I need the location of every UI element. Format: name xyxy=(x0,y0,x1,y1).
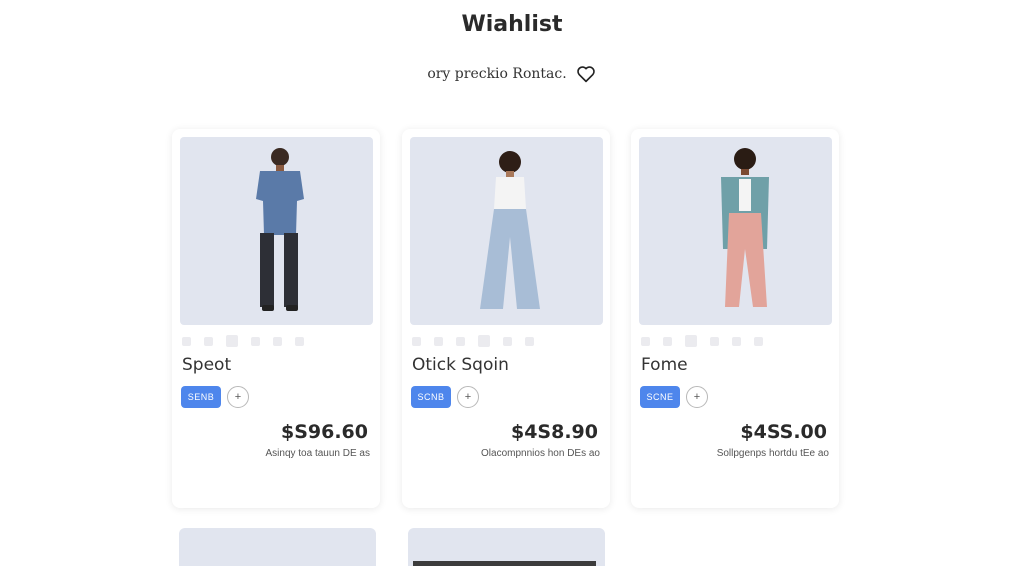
thumbnail[interactable] xyxy=(251,336,260,346)
thumbnail[interactable] xyxy=(710,336,719,346)
thumbnail[interactable] xyxy=(434,336,443,346)
thumbnail[interactable] xyxy=(663,336,672,346)
add-button[interactable]: + xyxy=(457,386,479,408)
thumbnail[interactable] xyxy=(732,336,741,346)
size-tag-button[interactable]: SENB xyxy=(181,386,221,408)
thumbnail-strip xyxy=(182,335,304,347)
page-title: Wiahlist xyxy=(461,12,563,37)
product-note: Sollpgenps hortdu tEe ao xyxy=(716,448,829,459)
add-button[interactable]: + xyxy=(686,386,708,408)
wishlist-card[interactable]: Fome SCNE + $4SS.00 Sollpgenps hortdu tE… xyxy=(631,129,839,508)
thumbnail[interactable] xyxy=(525,336,534,346)
thumbnail[interactable] xyxy=(226,335,238,347)
thumbnail[interactable] xyxy=(295,336,304,346)
wishlist-card[interactable]: Speot SENB + $S96.60 Asinqy toa tauun DE… xyxy=(172,129,380,508)
wishlist-card[interactable]: Otick Sqoin SCNB + $4S8.90 Olacompnnios … xyxy=(402,129,610,508)
size-tag-button[interactable]: SCNB xyxy=(411,386,451,408)
wishlist-card-partial[interactable] xyxy=(179,528,376,566)
product-note: Asinqy toa tauun DE as xyxy=(265,448,370,459)
wishlist-card-partial[interactable] xyxy=(408,528,605,566)
heart-icon[interactable] xyxy=(575,63,597,85)
thumbnail[interactable] xyxy=(273,336,282,346)
product-photo[interactable] xyxy=(639,137,832,325)
thumbnail[interactable] xyxy=(503,336,512,346)
add-button[interactable]: + xyxy=(227,386,249,408)
thumbnail[interactable] xyxy=(685,335,697,347)
thumbnail[interactable] xyxy=(641,336,650,346)
product-price: $4SS.00 xyxy=(740,421,827,443)
product-photo[interactable] xyxy=(180,137,373,325)
page-subtitle: ory preckio Rontac. xyxy=(427,66,567,82)
product-note: Olacompnnios hon DEs ao xyxy=(481,448,600,459)
thumbnail[interactable] xyxy=(412,336,421,346)
product-photo[interactable] xyxy=(410,137,603,325)
thumbnail[interactable] xyxy=(754,336,763,346)
product-photo-edge xyxy=(413,561,596,566)
thumbnail-strip xyxy=(412,335,534,347)
product-name: Speot xyxy=(182,355,232,375)
product-name: Fome xyxy=(641,355,688,375)
thumbnail-strip xyxy=(641,335,763,347)
product-price: $S96.60 xyxy=(280,421,368,443)
thumbnail[interactable] xyxy=(478,335,490,347)
thumbnail[interactable] xyxy=(456,336,465,346)
product-name: Otick Sqoin xyxy=(412,355,509,375)
product-price: $4S8.90 xyxy=(510,421,598,443)
size-tag-button[interactable]: SCNE xyxy=(640,386,680,408)
thumbnail[interactable] xyxy=(204,336,213,346)
subtitle-row: ory preckio Rontac. xyxy=(0,63,1024,85)
thumbnail[interactable] xyxy=(182,336,191,346)
